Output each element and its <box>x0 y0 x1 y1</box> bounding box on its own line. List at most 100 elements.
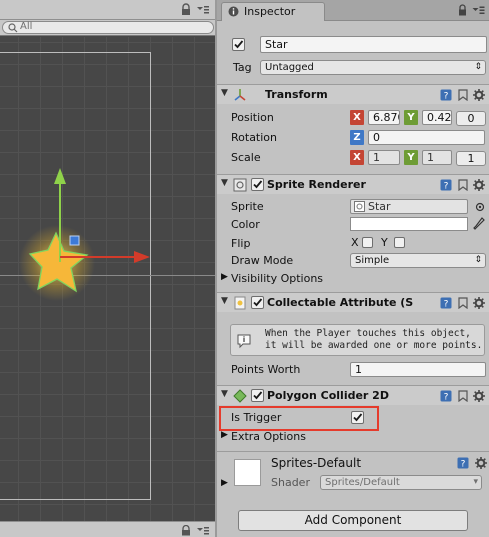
flip-x-label: X <box>351 236 359 249</box>
rotation-z-badge[interactable]: Z <box>350 130 364 145</box>
position-x-field[interactable]: 6.870 <box>368 110 400 125</box>
help-book-icon[interactable]: ? <box>457 457 469 469</box>
polygon-collider-enabled-checkbox[interactable] <box>251 389 264 402</box>
move-plane-handle[interactable] <box>69 235 80 246</box>
info-bubble-icon <box>237 334 251 349</box>
checkmark-icon <box>253 298 263 307</box>
tag-dropdown-value: Untagged <box>265 62 314 73</box>
polygon-collider-icon <box>233 389 247 403</box>
scene-view[interactable]: All <box>0 0 215 537</box>
svg-text:?: ? <box>444 393 449 403</box>
sprite-renderer-header[interactable]: ▼ Sprite Renderer ? <box>217 174 489 194</box>
dropdown-arrow-icon: ⇕ <box>474 255 482 265</box>
draw-mode-value: Simple <box>355 255 390 266</box>
dropdown-arrow-icon: ▾ <box>473 477 478 487</box>
sprite-renderer-title: Sprite Renderer <box>267 178 366 191</box>
scale-y-badge[interactable]: Y <box>404 150 418 165</box>
polygon-collider-title: Polygon Collider 2D <box>267 389 389 402</box>
svg-text:?: ? <box>444 182 449 192</box>
polygon-collider-header[interactable]: ▼ Polygon Collider 2D ? <box>217 385 489 405</box>
color-label: Color <box>231 218 260 231</box>
tab-inspector[interactable]: Inspector <box>221 2 325 21</box>
preset-icon[interactable] <box>457 179 469 191</box>
scene-gizmo[interactable] <box>0 37 215 521</box>
svg-text:?: ? <box>444 92 449 102</box>
gear-icon[interactable] <box>475 457 487 469</box>
collectable-enabled-checkbox[interactable] <box>251 296 264 309</box>
scale-x-field[interactable]: 1 <box>368 150 400 165</box>
checkmark-icon <box>253 391 263 400</box>
flip-label: Flip <box>231 237 251 250</box>
foldout-closed-icon[interactable]: ▶ <box>221 478 228 488</box>
gear-icon[interactable] <box>473 89 485 101</box>
scale-z-field[interactable]: 1 <box>456 151 486 166</box>
gear-icon[interactable] <box>473 297 485 309</box>
lock-icon[interactable] <box>180 3 192 16</box>
foldout-open-icon[interactable]: ▼ <box>221 88 228 98</box>
scene-toolbar <box>0 0 215 20</box>
foldout-open-icon[interactable]: ▼ <box>221 178 228 188</box>
hierarchy-search-row: All <box>0 20 215 36</box>
gameobject-active-checkbox[interactable] <box>232 38 245 51</box>
info-icon <box>228 6 239 17</box>
sprite-object-field[interactable]: Star <box>350 199 468 214</box>
points-worth-field[interactable]: 1 <box>350 362 486 377</box>
visibility-options-foldout[interactable]: Visibility Options <box>231 272 323 285</box>
gameobject-name-field[interactable]: Star <box>260 36 487 53</box>
tag-label: Tag <box>233 61 252 74</box>
svg-text:?: ? <box>444 300 449 310</box>
collectable-header[interactable]: ▼ Collectable Attribute (S ? <box>217 292 489 312</box>
position-x-badge[interactable]: X <box>350 110 364 125</box>
svg-text:?: ? <box>461 460 466 470</box>
menu-icon[interactable] <box>472 5 485 16</box>
extra-options-foldout[interactable]: Extra Options <box>231 430 306 443</box>
position-y-badge[interactable]: Y <box>404 110 418 125</box>
sprite-renderer-icon <box>233 178 247 192</box>
eyedropper-icon[interactable] <box>473 217 485 231</box>
preset-icon[interactable] <box>457 390 469 402</box>
sprite-renderer-enabled-checkbox[interactable] <box>251 178 264 191</box>
scale-y-field[interactable]: 1 <box>422 150 452 165</box>
preset-icon[interactable] <box>457 89 469 101</box>
foldout-closed-icon[interactable]: ▶ <box>221 430 228 440</box>
material-preview[interactable] <box>234 459 261 486</box>
sprite-object-value: Star <box>368 200 391 213</box>
dropdown-arrow-icon: ⇕ <box>474 62 482 72</box>
inspector-panel: Inspector Star Tag Untagged ⇕ ▼ Transfor… <box>217 0 489 537</box>
lock-icon[interactable] <box>180 525 192 536</box>
color-swatch[interactable] <box>350 217 468 231</box>
checkmark-icon <box>234 40 244 49</box>
help-book-icon[interactable]: ? <box>440 179 452 191</box>
tag-dropdown[interactable]: Untagged ⇕ <box>260 60 486 75</box>
gear-icon[interactable] <box>473 179 485 191</box>
draw-mode-dropdown[interactable]: Simple ⇕ <box>350 253 486 268</box>
flip-x-checkbox[interactable] <box>362 237 373 248</box>
shader-dropdown[interactable]: Sprites/Default ▾ <box>320 475 482 490</box>
menu-icon[interactable] <box>196 525 210 537</box>
scale-x-badge[interactable]: X <box>350 150 364 165</box>
menu-icon[interactable] <box>196 4 210 16</box>
transform-icon <box>234 89 246 101</box>
foldout-open-icon[interactable]: ▼ <box>221 296 228 306</box>
foldout-open-icon[interactable]: ▼ <box>221 389 228 399</box>
checkmark-icon <box>253 180 263 189</box>
transform-header[interactable]: ▼ Transform ? <box>217 84 489 104</box>
position-y-field[interactable]: 0.425 <box>422 110 452 125</box>
help-book-icon[interactable]: ? <box>440 89 452 101</box>
object-picker-icon[interactable] <box>475 202 485 212</box>
gear-icon[interactable] <box>473 390 485 402</box>
tab-inspector-label: Inspector <box>244 5 296 18</box>
flip-y-checkbox[interactable] <box>394 237 405 248</box>
scene-bottom-bar <box>0 521 215 537</box>
help-book-icon[interactable]: ? <box>440 297 452 309</box>
preset-icon[interactable] <box>457 297 469 309</box>
help-book-icon[interactable]: ? <box>440 390 452 402</box>
shader-dropdown-value: Sprites/Default <box>325 477 400 488</box>
search-input[interactable]: All <box>2 21 214 34</box>
foldout-closed-icon[interactable]: ▶ <box>221 272 228 282</box>
rotation-z-field[interactable]: 0 <box>368 130 485 145</box>
position-z-field[interactable]: 0 <box>456 111 486 126</box>
add-component-button[interactable]: Add Component <box>238 510 468 531</box>
script-icon <box>234 296 246 310</box>
lock-icon[interactable] <box>457 4 468 16</box>
